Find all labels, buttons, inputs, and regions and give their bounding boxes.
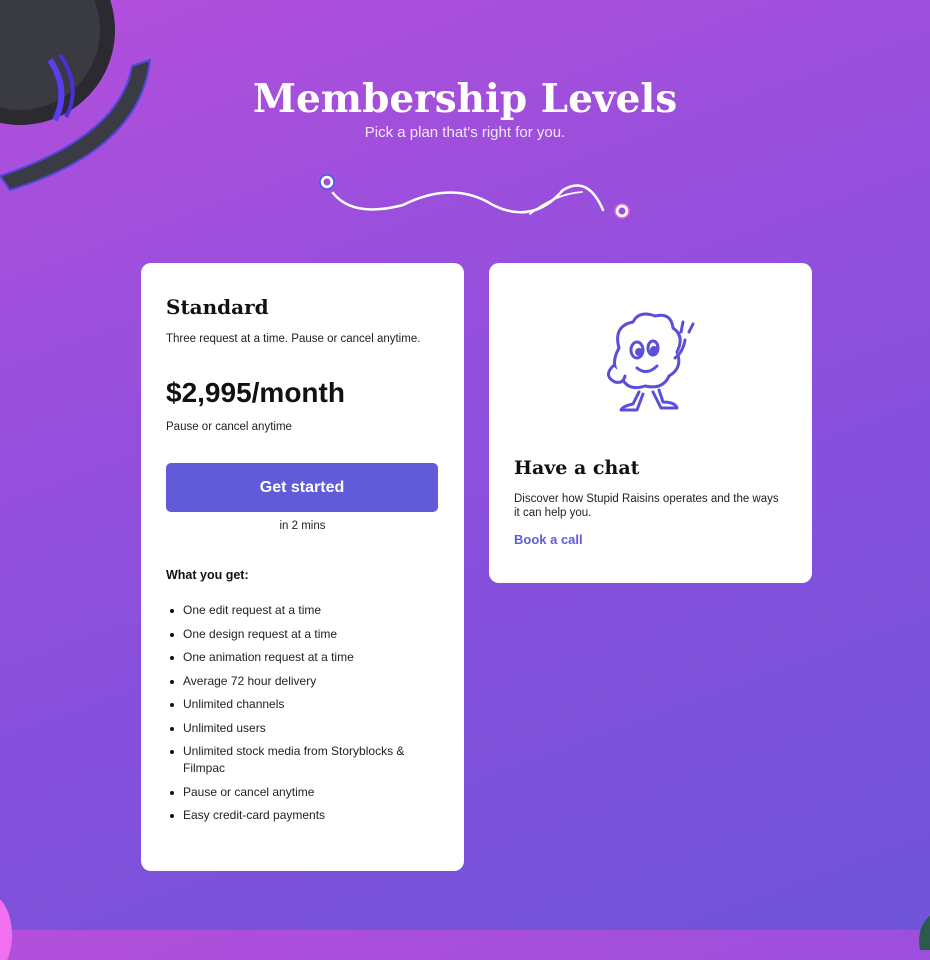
standard-plan-card: Standard Three request at a time. Pause …: [141, 263, 464, 871]
chat-description: Discover how Stupid Raisins operates and…: [514, 493, 779, 519]
plan-description: Three request at a time. Pause or cancel…: [166, 333, 421, 345]
feature-item: Unlimited channels: [166, 696, 439, 713]
cta-note: in 2 mins: [279, 520, 326, 532]
features-list: One edit request at a time One design re…: [166, 602, 439, 824]
feature-item: Unlimited stock media from Storyblocks &…: [166, 743, 439, 777]
decorative-corner-shape: [919, 915, 930, 950]
price-note: Pause or cancel anytime: [166, 421, 292, 433]
chat-title: Have a chat: [514, 457, 640, 479]
get-started-button[interactable]: Get started: [166, 463, 438, 512]
feature-item: One animation request at a time: [166, 649, 439, 666]
feature-item: Average 72 hour delivery: [166, 673, 439, 690]
feature-item: Pause or cancel anytime: [166, 784, 439, 801]
raisin-mascot-icon: [607, 312, 695, 412]
plan-price: $2,995/month: [166, 377, 345, 408]
book-a-call-link[interactable]: Book a call: [514, 532, 583, 547]
squiggle-divider-icon: [319, 174, 630, 219]
feature-item: Unlimited users: [166, 720, 439, 737]
features-heading: What you get:: [166, 568, 249, 582]
page-subtitle: Pick a plan that's right for you.: [364, 124, 566, 141]
page-title: Membership Levels: [252, 76, 678, 123]
feature-item: Easy credit-card payments: [166, 807, 439, 824]
plan-name: Standard: [166, 295, 269, 319]
decorative-sphere-shape: [0, 899, 12, 960]
feature-item: One design request at a time: [166, 626, 439, 643]
chat-card: Have a chat Discover how Stupid Raisins …: [489, 263, 812, 583]
feature-item: One edit request at a time: [166, 602, 439, 619]
